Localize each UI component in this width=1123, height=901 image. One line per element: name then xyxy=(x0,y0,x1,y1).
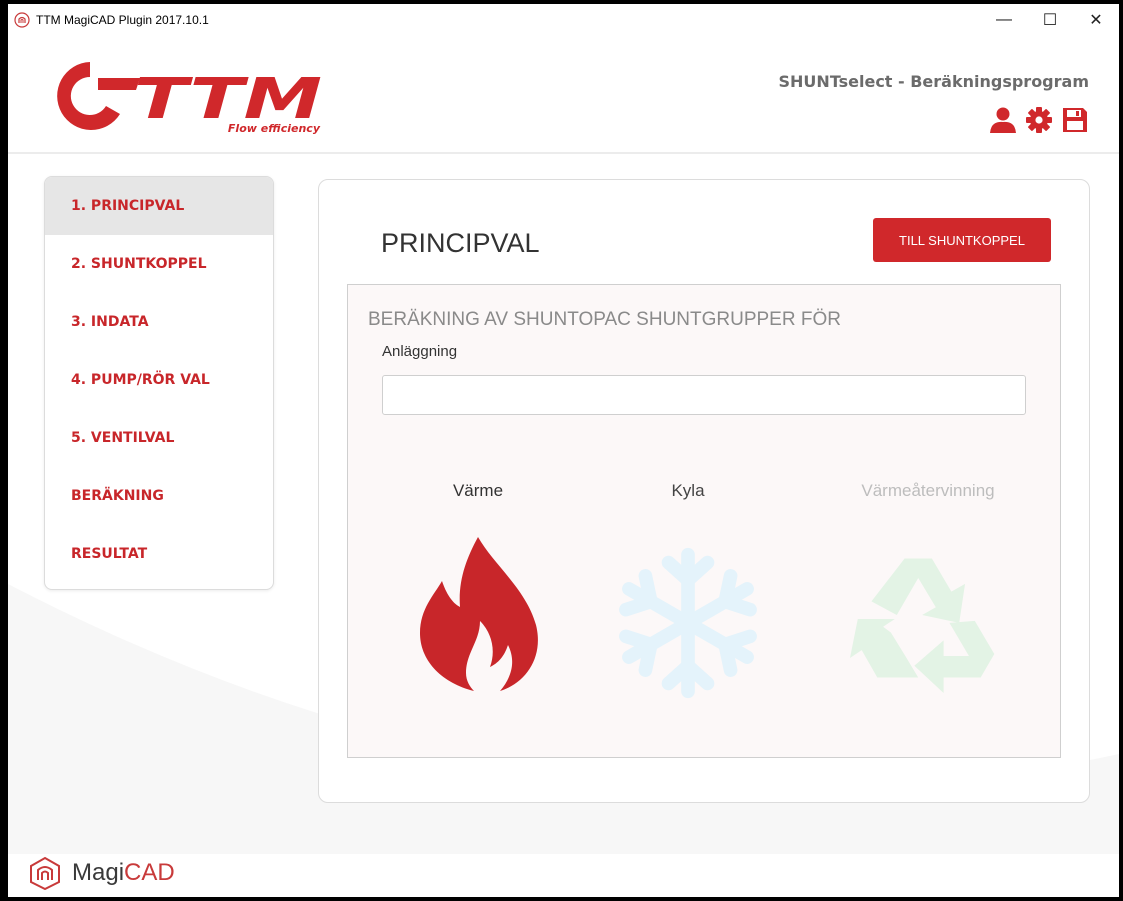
sidebar-nav: 1. PRINCIPVAL 2. SHUNTKOPPEL 3. INDATA 4… xyxy=(44,176,274,590)
ttm-logo: TTM Flow efficiency xyxy=(57,62,322,135)
close-button[interactable]: ✕ xyxy=(1073,4,1119,36)
flame-icon xyxy=(420,537,538,691)
option-varmeatervinning-label: Värmeåtervinning xyxy=(861,481,995,500)
title-bar: TTM MagiCAD Plugin 2017.10.1 — ☐ ✕ xyxy=(8,4,1119,36)
facility-input[interactable] xyxy=(382,375,1026,415)
sidebar-item-shuntkoppel[interactable]: 2. SHUNTKOPPEL xyxy=(45,235,273,293)
magicad-brand-text: MagiCAD xyxy=(72,859,175,886)
facility-label: Anläggning xyxy=(382,343,458,360)
option-varme[interactable]: Värme xyxy=(378,481,578,711)
app-heading: SHUNTselect - Beräkningsprogram xyxy=(778,72,1089,91)
user-icon[interactable] xyxy=(989,106,1017,134)
option-varme-label: Värme xyxy=(452,481,504,500)
save-icon[interactable] xyxy=(1061,106,1089,134)
window-title: TTM MagiCAD Plugin 2017.10.1 xyxy=(36,13,209,27)
sidebar-item-resultat[interactable]: RESULTAT xyxy=(45,525,273,583)
magicad-logo-icon xyxy=(30,856,60,890)
app-header: TTM Flow efficiency SHUNTselect - Beräkn… xyxy=(8,36,1119,154)
sidebar-item-pump-ror-val[interactable]: 4. PUMP/RÖR VAL xyxy=(45,351,273,409)
sidebar-item-berakning[interactable]: BERÄKNING xyxy=(45,467,273,525)
app-window: TTM MagiCAD Plugin 2017.10.1 — ☐ ✕ TTM F… xyxy=(8,4,1119,897)
calculation-subpanel: BERÄKNING AV SHUNTOPAC SHUNTGRUPPER FÖR … xyxy=(347,284,1061,758)
maximize-button[interactable]: ☐ xyxy=(1027,4,1073,36)
page-title: PRINCIPVAL xyxy=(381,228,540,258)
till-shuntkoppel-button[interactable]: TILL SHUNTKOPPEL xyxy=(873,218,1051,262)
header-toolbar xyxy=(989,106,1089,134)
option-kyla-label: Kyla xyxy=(671,481,705,500)
logo-tagline: Flow efficiency xyxy=(228,122,321,135)
magicad-logo: MagiCAD xyxy=(28,856,175,890)
minimize-button[interactable]: — xyxy=(981,4,1027,36)
sidebar-item-indata[interactable]: 3. INDATA xyxy=(45,293,273,351)
magicad-app-icon xyxy=(14,12,30,28)
sidebar-item-ventilval[interactable]: 5. VENTILVAL xyxy=(45,409,273,467)
snowflake-icon xyxy=(619,547,757,699)
option-varmeatervinning: Värmeåtervinning xyxy=(808,481,1048,711)
gear-icon[interactable] xyxy=(1025,106,1053,134)
main-panel: PRINCIPVAL TILL SHUNTKOPPEL BERÄKNING AV… xyxy=(318,179,1090,803)
sidebar-item-principval[interactable]: 1. PRINCIPVAL xyxy=(45,177,273,235)
section-heading: BERÄKNING AV SHUNTOPAC SHUNTGRUPPER FÖR xyxy=(368,309,841,330)
option-kyla[interactable]: Kyla xyxy=(588,481,788,711)
recycle-icon xyxy=(850,558,995,694)
